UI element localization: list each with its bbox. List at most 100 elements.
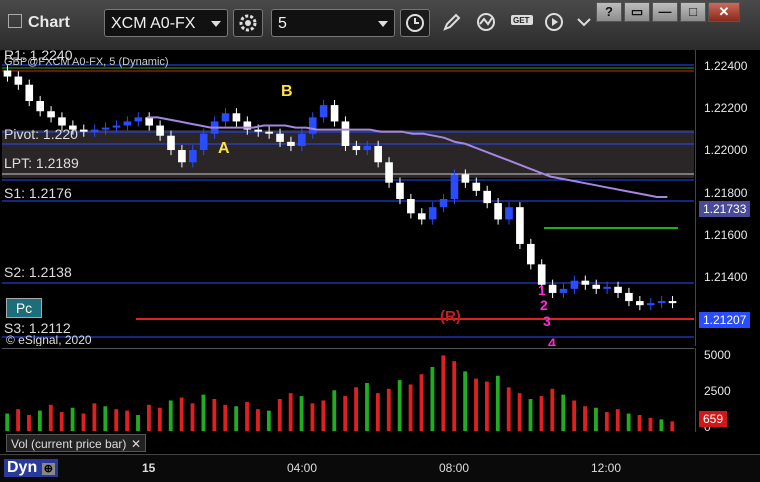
candle-body — [428, 207, 437, 220]
volume-bar — [583, 406, 587, 431]
candle-body — [298, 133, 306, 146]
candle-body — [646, 303, 655, 306]
candle-body — [385, 162, 393, 183]
volume-bars — [5, 355, 675, 431]
volume-plot — [5, 355, 675, 431]
candle-body — [47, 111, 55, 118]
volume-bar — [550, 388, 555, 431]
time-axis[interactable]: Dyn ⊕ 15 04:00 08:00 12:00 — [0, 454, 760, 482]
vol-tick: 2500 — [704, 384, 731, 398]
time-button[interactable] — [400, 9, 430, 37]
symbol-select[interactable]: XCM A0-FX — [104, 9, 228, 37]
clock-icon — [406, 14, 424, 32]
x-tick: 15 — [142, 461, 156, 475]
candle-body — [374, 145, 382, 163]
volume-bar — [365, 383, 369, 431]
minimize-button[interactable]: — — [652, 2, 678, 22]
candle-body — [614, 286, 622, 293]
chart-wave-icon — [477, 13, 495, 31]
settings-button[interactable] — [233, 9, 263, 37]
volume-bar — [201, 394, 206, 431]
candle-body — [603, 286, 611, 289]
volume-bar — [59, 412, 64, 431]
draw-button[interactable] — [438, 9, 468, 37]
volume-bar — [321, 400, 326, 431]
volume-bar — [517, 393, 522, 431]
studies-button[interactable] — [472, 9, 502, 37]
seq-label-4: 4 — [548, 335, 556, 346]
volume-bar — [223, 404, 228, 431]
y-tick: 1.21800 — [704, 186, 748, 200]
r1-label: R1: 1.2240 — [4, 50, 73, 63]
close-icon[interactable]: ✕ — [131, 435, 141, 453]
volume-bar — [234, 406, 239, 431]
candle-body — [167, 135, 175, 151]
chevron-down-icon — [378, 21, 388, 27]
pencil-icon — [443, 13, 461, 31]
volume-bar — [637, 415, 642, 431]
candle-body — [308, 117, 317, 134]
volume-bar — [168, 400, 173, 431]
volume-bar — [604, 412, 609, 431]
volume-axis[interactable]: 5000 2500 0 659 — [695, 348, 760, 434]
candle-body — [156, 125, 164, 136]
volume-bar — [375, 393, 380, 431]
volume-bar — [408, 384, 413, 431]
last-volume-badge: 659 — [699, 411, 728, 427]
get-button[interactable]: GET — [506, 9, 536, 37]
price-chart[interactable]: GBP@FXCM A0-FX, 5 (Dynamic) R1: 1.2240 P… — [2, 50, 694, 346]
y-tick: 1.22200 — [704, 101, 748, 115]
candle-body — [58, 117, 66, 126]
restore-layout-button[interactable]: ▭ — [624, 2, 650, 22]
dyn-button[interactable]: Dyn ⊕ — [4, 459, 58, 477]
volume-chart[interactable] — [2, 348, 694, 433]
volume-bar — [27, 415, 31, 431]
volume-bar — [136, 415, 140, 431]
copyright-text: © eSignal, 2020 — [6, 333, 92, 346]
x-tick: 08:00 — [439, 461, 470, 475]
price-plot — [2, 64, 694, 338]
candle-body — [494, 203, 502, 220]
x-tick: 12:00 — [591, 461, 622, 475]
candle-body — [625, 292, 633, 302]
volume-bar — [92, 403, 97, 431]
maximize-button[interactable]: □ — [680, 2, 706, 22]
volume-bar — [670, 421, 675, 431]
volume-bar — [572, 400, 577, 431]
volume-bar — [332, 390, 337, 431]
y-tick: 1.22400 — [704, 59, 748, 73]
candle-body — [330, 105, 339, 122]
play-button[interactable] — [540, 9, 570, 37]
y-tick: 1.22000 — [704, 143, 748, 157]
pivot-label: Pivot: 1.220 — [4, 126, 78, 142]
volume-bar — [48, 404, 53, 431]
volume-bar — [114, 409, 119, 431]
candle-body — [439, 199, 448, 208]
get-icon: GET — [511, 15, 533, 25]
s1-label: S1: 1.2176 — [4, 185, 72, 201]
x-tick: 04:00 — [287, 461, 318, 475]
label-b: B — [281, 83, 293, 100]
pc-badge[interactable]: Pc — [6, 298, 42, 318]
candle-body — [178, 150, 186, 163]
volume-bar — [626, 413, 631, 431]
help-button[interactable]: ? — [596, 2, 622, 22]
y-tick: 1.21600 — [704, 228, 748, 242]
price-axis[interactable]: 1.22400 1.22200 1.22000 1.21800 1.21600 … — [695, 50, 760, 346]
last-price-badge: 1.21207 — [699, 312, 751, 328]
candle-body — [396, 182, 404, 200]
chart-window: Chart XCM A0-FX 5 GET ? ▭ — □ ✕ GBP@FXCM… — [0, 0, 760, 482]
lpt-label: LPT: 1.2189 — [4, 155, 79, 171]
volume-bar — [485, 381, 489, 431]
volume-bar — [615, 409, 620, 431]
volume-bar — [147, 404, 151, 431]
svg-text:GET: GET — [513, 16, 530, 25]
candle-body — [668, 301, 677, 304]
interval-select[interactable]: 5 — [271, 9, 395, 37]
candle-body — [450, 174, 459, 200]
candle-body — [3, 70, 12, 77]
close-button[interactable]: ✕ — [708, 2, 740, 22]
seq-label-1: 1 — [538, 282, 546, 298]
volume-bar — [343, 396, 348, 431]
candle-body — [188, 150, 197, 163]
